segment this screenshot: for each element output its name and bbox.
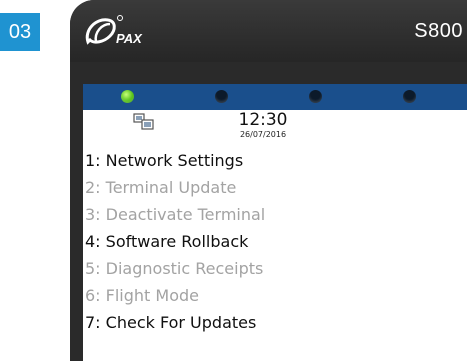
menu-item-software-rollback[interactable]: 4: Software Rollback bbox=[85, 228, 265, 255]
payment-terminal: PAX S800 12:30 26/07/2016 1: Network Set… bbox=[70, 0, 467, 361]
status-led-bar bbox=[83, 84, 467, 110]
brand-name: PAX bbox=[116, 31, 143, 46]
clock-date: 26/07/2016 bbox=[239, 130, 287, 139]
main-menu: 1: Network Settings 2: Terminal Update 3… bbox=[85, 147, 265, 336]
pax-logo: PAX bbox=[82, 12, 172, 52]
step-number-badge: 03 bbox=[0, 13, 40, 51]
clock-time: 12:30 bbox=[238, 110, 288, 130]
status-led-1 bbox=[121, 90, 134, 103]
terminal-screen: 12:30 26/07/2016 1: Network Settings 2: … bbox=[83, 84, 467, 361]
menu-item-flight-mode: 6: Flight Mode bbox=[85, 286, 199, 305]
menu-item-diagnostic-receipts: 5: Diagnostic Receipts bbox=[85, 259, 264, 278]
network-icon bbox=[133, 113, 154, 130]
menu-item-deactivate-terminal: 3: Deactivate Terminal bbox=[85, 205, 266, 224]
terminal-header: PAX S800 bbox=[70, 0, 467, 62]
menu-item-network-settings[interactable]: 1: Network Settings bbox=[85, 147, 265, 174]
status-led-2 bbox=[215, 90, 228, 103]
status-led-4 bbox=[403, 90, 416, 103]
model-name: S800 bbox=[414, 20, 463, 42]
menu-item-check-for-updates[interactable]: 7: Check For Updates bbox=[85, 309, 265, 336]
screen-header: 12:30 26/07/2016 bbox=[83, 110, 467, 146]
status-led-3 bbox=[309, 90, 322, 103]
menu-item-terminal-update: 2: Terminal Update bbox=[85, 178, 237, 197]
